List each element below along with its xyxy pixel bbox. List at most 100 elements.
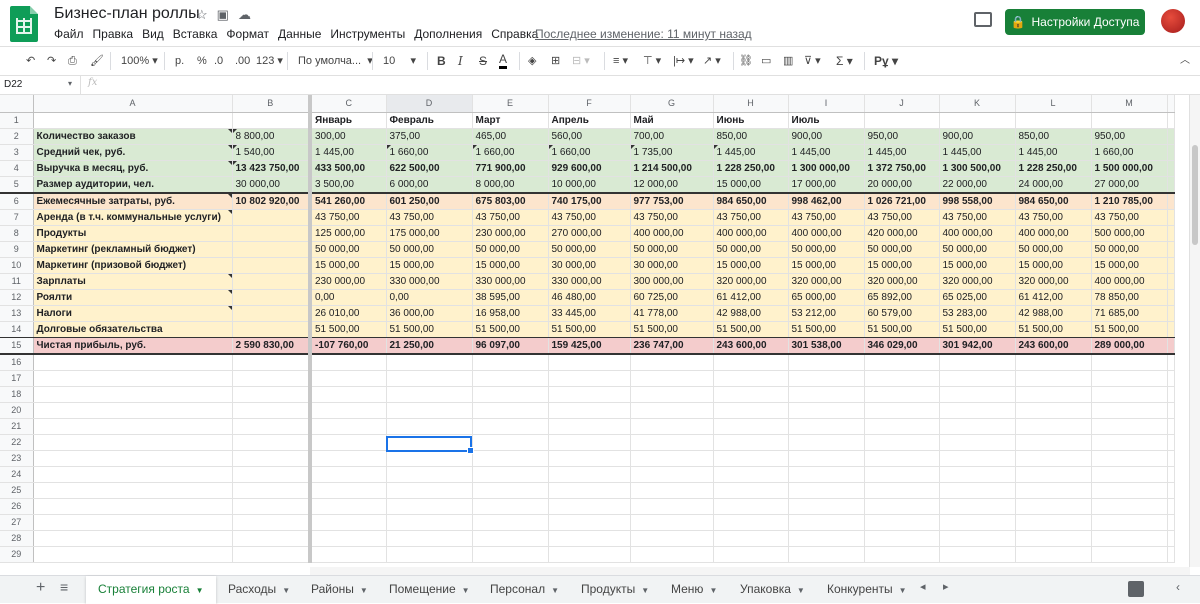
cell-d2[interactable]: 375,00	[386, 128, 473, 145]
cell-g10[interactable]: 30 000,00	[630, 257, 714, 274]
insert-link-icon[interactable]: ⛓	[739, 53, 753, 69]
cell-f12[interactable]: 46 480,00	[548, 289, 631, 306]
cell-l23[interactable]	[1015, 450, 1092, 467]
cell-m10[interactable]: 15 000,00	[1091, 257, 1168, 274]
cell-b3[interactable]: 1 540,00	[232, 144, 312, 161]
cell-b18[interactable]	[232, 386, 312, 403]
cell-j6[interactable]: 1 026 721,00	[864, 192, 940, 210]
cell-b2[interactable]: 8 800,00	[232, 128, 312, 145]
cell-k11[interactable]: 320 000,00	[939, 273, 1016, 290]
print-icon[interactable]: ⎙	[68, 53, 77, 69]
cell-j21[interactable]	[864, 418, 940, 435]
cell-b20[interactable]	[232, 402, 312, 419]
cell-e10[interactable]: 15 000,00	[472, 257, 549, 274]
row-header[interactable]: 18	[0, 386, 34, 403]
menu-tools[interactable]: Инструменты	[330, 27, 405, 41]
cell-e27[interactable]	[472, 514, 549, 531]
filter-icon[interactable]: ⊽ ▾	[804, 53, 821, 69]
column-header-l[interactable]: L	[1015, 95, 1092, 113]
cell-i14[interactable]: 51 500,00	[788, 321, 865, 338]
row-header[interactable]: 10	[0, 257, 34, 274]
cell-f20[interactable]	[548, 402, 631, 419]
menu-data[interactable]: Данные	[278, 27, 321, 41]
font-size-select[interactable]: 10 ▾	[383, 53, 416, 69]
cell-i26[interactable]	[788, 498, 865, 515]
cell-h13[interactable]: 42 988,00	[713, 305, 789, 322]
cell-c10[interactable]: 15 000,00	[310, 257, 387, 274]
cell-d6[interactable]: 601 250,00	[386, 192, 473, 210]
cell-a21[interactable]	[33, 418, 233, 435]
cell-m14[interactable]: 51 500,00	[1091, 321, 1168, 338]
cell-c23[interactable]	[310, 450, 387, 467]
cell-f26[interactable]	[548, 498, 631, 515]
row-header[interactable]: 21	[0, 418, 34, 435]
cell-l6[interactable]: 984 650,00	[1015, 192, 1092, 210]
cell-j11[interactable]: 320 000,00	[864, 273, 940, 290]
cell-l29[interactable]	[1015, 546, 1092, 563]
cell-l3[interactable]: 1 445,00	[1015, 144, 1092, 161]
cell-j12[interactable]: 65 892,00	[864, 289, 940, 306]
cell-d8[interactable]: 175 000,00	[386, 225, 473, 242]
cell-a5[interactable]: Размер аудитории, чел.	[33, 176, 233, 194]
cell-d10[interactable]: 15 000,00	[386, 257, 473, 274]
row-header[interactable]: 3	[0, 144, 34, 161]
cell-e3[interactable]: 1 660,00	[472, 144, 549, 161]
share-button[interactable]: 🔒 Настройки Доступа	[1005, 9, 1145, 35]
cell-m6[interactable]: 1 210 785,00	[1091, 192, 1168, 210]
cell-i16[interactable]	[788, 353, 865, 371]
cell-b23[interactable]	[232, 450, 312, 467]
column-header-c[interactable]: C	[310, 95, 387, 113]
cell-c7[interactable]: 43 750,00	[310, 209, 387, 226]
cell-f11[interactable]: 330 000,00	[548, 273, 631, 290]
cell-k17[interactable]	[939, 370, 1016, 387]
cell-h15[interactable]: 243 600,00	[713, 337, 789, 355]
cell-a8[interactable]: Продукты	[33, 225, 233, 242]
vertical-scroll-thumb[interactable]	[1192, 145, 1198, 245]
menu-format[interactable]: Формат	[226, 27, 269, 41]
cell-d18[interactable]	[386, 386, 473, 403]
sheet-tab-menu-icon[interactable]: ▼	[462, 586, 470, 595]
cell-a14[interactable]: Долговые обязательства	[33, 321, 233, 338]
cell-a7[interactable]: Аренда (в т.ч. коммунальные услуги)	[33, 209, 233, 226]
cell-e16[interactable]	[472, 353, 549, 371]
cell-c17[interactable]	[310, 370, 387, 387]
cell-i3[interactable]: 1 445,00	[788, 144, 865, 161]
cell-d29[interactable]	[386, 546, 473, 563]
sheet-tab-menu-icon[interactable]: ▼	[360, 586, 368, 595]
cell-j2[interactable]: 950,00	[864, 128, 940, 145]
row-header[interactable]: 16	[0, 353, 34, 371]
cell-c21[interactable]	[310, 418, 387, 435]
cell-d13[interactable]: 36 000,00	[386, 305, 473, 322]
row-header[interactable]: 29	[0, 546, 34, 563]
cell-b15[interactable]: 2 590 830,00	[232, 337, 312, 355]
cells-table[interactable]: A B C D E F G H I J K L M 1 Январь Февраль Март Апрель Май…	[0, 95, 1175, 563]
cell-f29[interactable]	[548, 546, 631, 563]
more-formats-button[interactable]: 123 ▾	[256, 53, 283, 69]
cell-d7[interactable]: 43 750,00	[386, 209, 473, 226]
cell-a4[interactable]: Выручка в месяц, руб.	[33, 160, 233, 177]
cell-b21[interactable]	[232, 418, 312, 435]
cell-g21[interactable]	[630, 418, 714, 435]
zoom-select[interactable]: 100% ▾	[121, 53, 158, 69]
cell-d1[interactable]: Февраль	[386, 112, 473, 129]
cell-d27[interactable]	[386, 514, 473, 531]
redo-icon[interactable]: ↷	[47, 53, 56, 69]
borders-icon[interactable]: ⊞	[551, 53, 560, 69]
cell-k14[interactable]: 51 500,00	[939, 321, 1016, 338]
cell-a16[interactable]	[33, 353, 233, 371]
cell-l16[interactable]	[1015, 353, 1092, 371]
row-header[interactable]: 2	[0, 128, 34, 145]
cell-h23[interactable]	[713, 450, 789, 467]
cell-c3[interactable]: 1 445,00	[310, 144, 387, 161]
row-header[interactable]: 12	[0, 289, 34, 306]
column-header-d[interactable]: D	[386, 95, 473, 113]
menu-help[interactable]: Справка	[491, 27, 538, 41]
cell-h12[interactable]: 61 412,00	[713, 289, 789, 306]
cell-g12[interactable]: 60 725,00	[630, 289, 714, 306]
menu-addons[interactable]: Дополнения	[414, 27, 482, 41]
cell-c15[interactable]: -107 760,00	[310, 337, 387, 355]
column-header-h[interactable]: H	[713, 95, 789, 113]
cell-e20[interactable]	[472, 402, 549, 419]
cell-f25[interactable]	[548, 482, 631, 499]
cell-f9[interactable]: 50 000,00	[548, 241, 631, 258]
